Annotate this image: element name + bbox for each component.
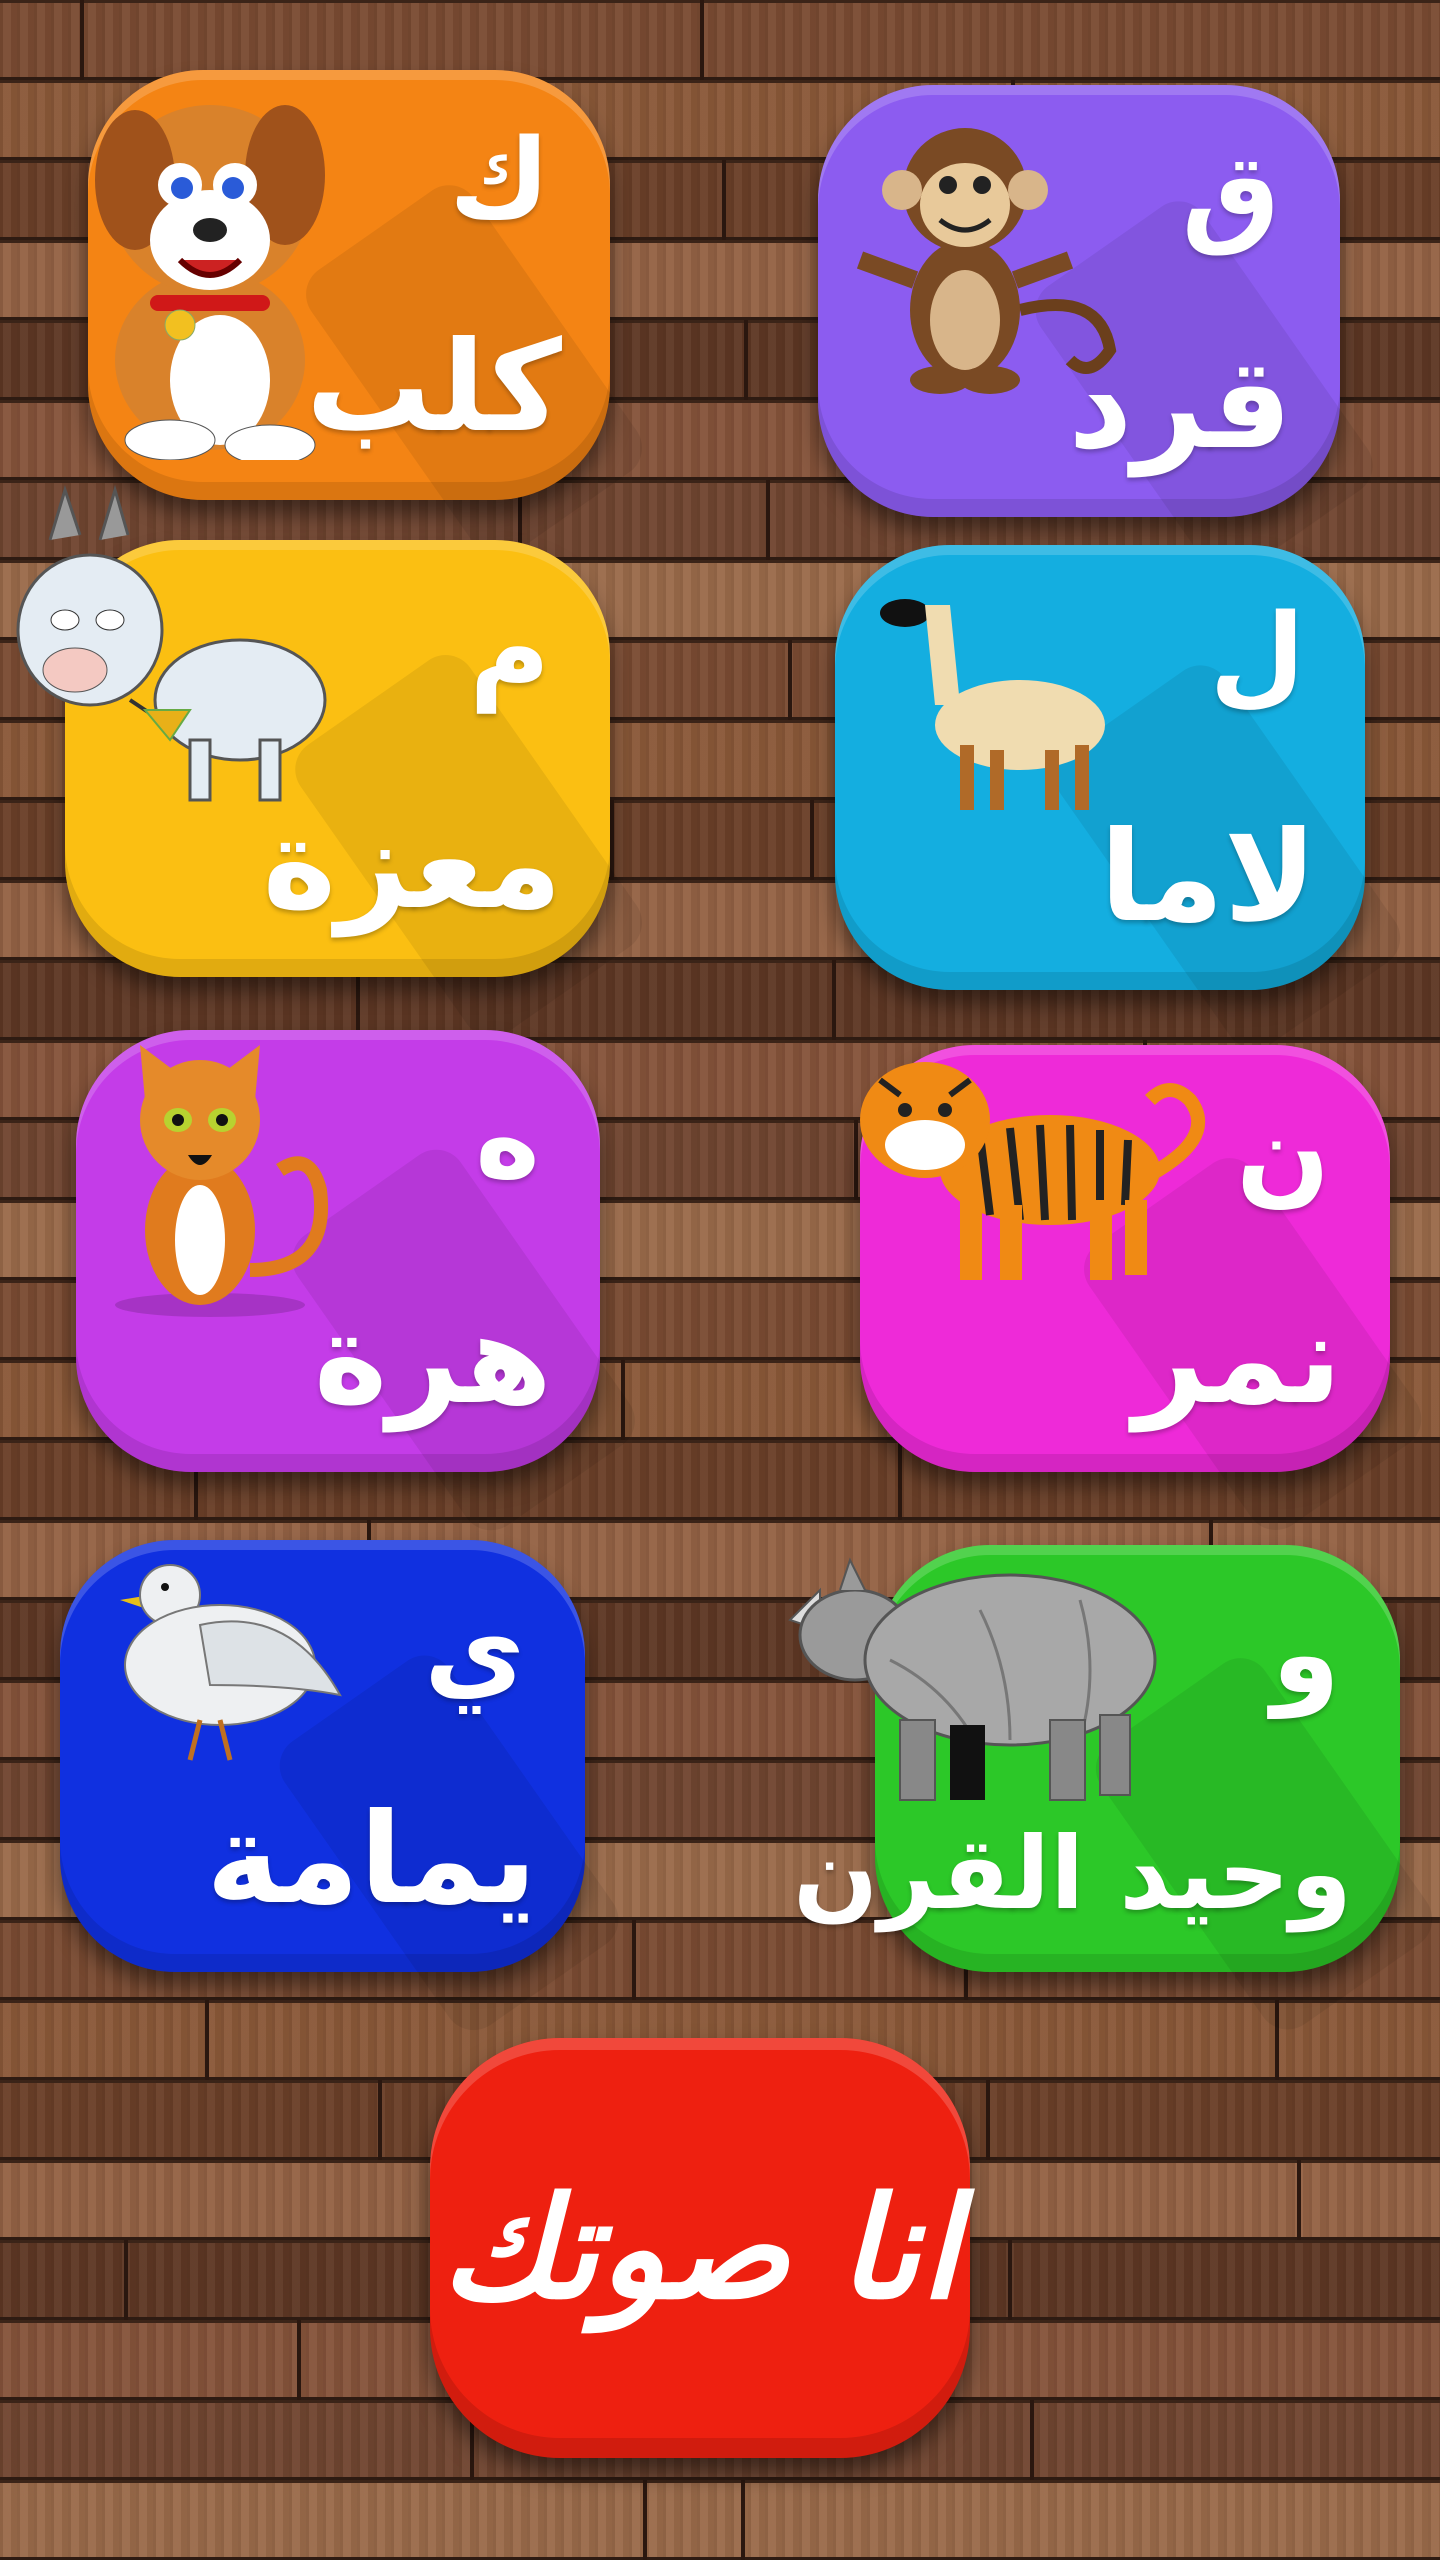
goat-icon — [16, 484, 327, 802]
wood-plank — [0, 2480, 1440, 2560]
tile-cat-word: هرة — [313, 1287, 552, 1432]
plank-seam — [766, 480, 770, 560]
plank-seam — [1008, 2240, 1012, 2320]
plank-seam — [297, 2320, 301, 2400]
main-sound-button-label: انا صوتك — [441, 2168, 959, 2331]
tile-llama-letter: ل — [1209, 590, 1305, 718]
plank-seam — [632, 1920, 636, 2000]
plank-seam — [124, 2240, 128, 2320]
tile-dog-letter: ك — [449, 115, 550, 243]
plank-seam — [744, 320, 748, 400]
plank-seam — [722, 160, 726, 240]
tile-goat-word: معزة — [262, 792, 563, 937]
llama-icon — [880, 599, 1105, 810]
plank-seam — [986, 2080, 990, 2160]
plank-seam — [788, 640, 792, 720]
rhino-icon — [788, 1557, 1157, 1801]
tile-goat-letter: م — [469, 585, 550, 713]
tile-llama-word: لاما — [1099, 805, 1317, 950]
tile-rhino-word: وحيد القرن — [793, 1815, 1352, 1932]
plank-seam — [832, 960, 836, 1040]
tile-monkey-letter: ق — [1181, 130, 1280, 258]
monkey-icon — [856, 128, 1117, 394]
dog-icon — [95, 105, 325, 460]
tile-rhino-letter: و — [1271, 1590, 1340, 1718]
tile-dove-letter: ي — [424, 1585, 525, 1713]
plank-seam — [1297, 2160, 1301, 2240]
plank-seam — [700, 0, 704, 80]
main-sound-button[interactable]: انا صوتك — [430, 2038, 970, 2458]
tile-tiger-letter: ن — [1236, 1090, 1330, 1218]
cat-icon — [115, 1045, 329, 1317]
plank-seam — [741, 2480, 745, 2560]
tile-cat-letter: ه — [475, 1075, 540, 1203]
plank-seam — [898, 1440, 902, 1520]
plank-seam — [810, 800, 814, 880]
tile-tiger-word: نمر — [1133, 1287, 1343, 1432]
dove-icon — [120, 1564, 342, 1761]
plank-seam — [378, 2080, 382, 2160]
plank-seam — [643, 2480, 647, 2560]
plank-seam — [205, 2000, 209, 2080]
tiger-icon — [860, 1062, 1206, 1280]
tile-dove-word: يمامة — [206, 1787, 537, 1932]
plank-seam — [1030, 2400, 1034, 2480]
